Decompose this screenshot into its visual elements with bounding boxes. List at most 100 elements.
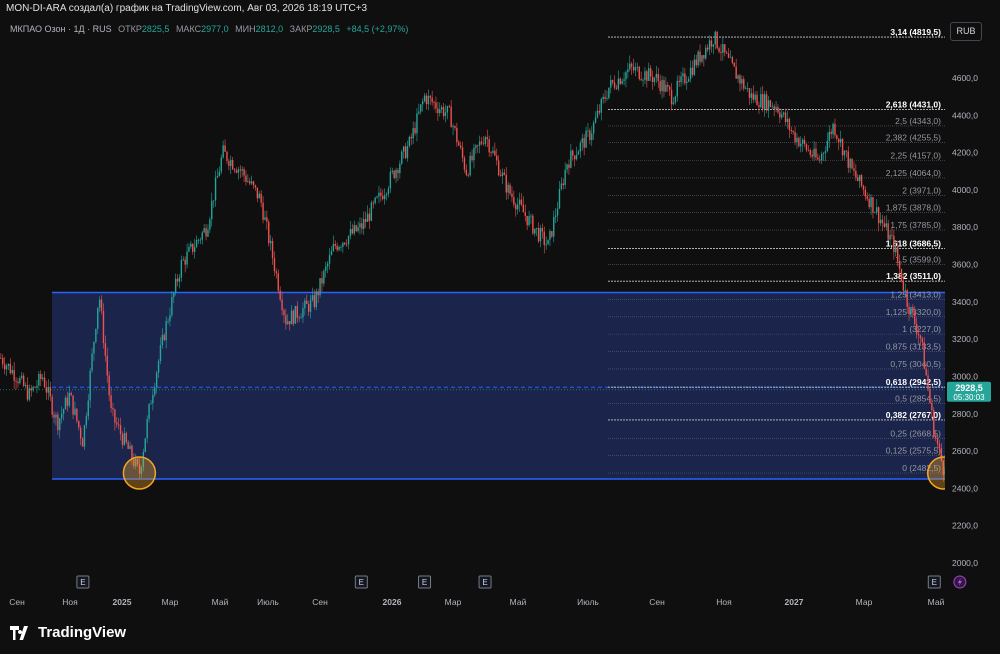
price-chart[interactable]: 0 (2482,5)0,125 (2575,5)0,25 (2668,5)0,3…: [0, 0, 1000, 618]
candle-body: [668, 86, 671, 90]
symbol-legend: МКПАО Озон · 1Д · RUS ОТКР2825,5 МАКС297…: [10, 24, 408, 34]
earnings-marker-label: E: [422, 578, 427, 587]
fib-level-label: 2 (3971,0): [902, 185, 941, 195]
candle-body: [889, 234, 891, 240]
candle-body: [448, 106, 450, 107]
candle-body: [931, 403, 933, 411]
candle-body: [872, 197, 874, 213]
candle-body: [17, 381, 19, 384]
time-axis-label: Май: [928, 597, 945, 607]
candle-body: [600, 99, 602, 113]
candle-body: [923, 342, 925, 369]
candle-body: [530, 215, 532, 217]
time-axis-label: 2026: [383, 597, 402, 607]
fib-level-label: 3,14 (4819,5): [890, 27, 941, 37]
candle-body: [486, 137, 488, 140]
candle-body: [686, 81, 688, 84]
candle-body: [100, 299, 103, 311]
fib-level-label: 1 (3227,0): [902, 324, 941, 334]
candle-body: [575, 154, 578, 160]
candle-body: [239, 169, 241, 171]
candle-body: [431, 97, 433, 103]
candle-body: [830, 131, 832, 135]
candle-body: [522, 204, 525, 213]
candle-body: [819, 159, 821, 161]
support-marker[interactable]: [122, 456, 157, 490]
candle-body: [737, 75, 739, 79]
candle-body: [564, 169, 566, 186]
candle-body: [659, 81, 661, 92]
candle-body: [513, 197, 515, 205]
candle-body: [706, 47, 709, 50]
candle-body: [178, 277, 181, 282]
candle-body: [638, 66, 640, 80]
candle-body: [296, 305, 298, 318]
candle-body: [896, 247, 899, 261]
candle-body: [131, 445, 133, 460]
candle-body: [57, 414, 59, 431]
candle-body: [393, 170, 395, 179]
candle-body: [771, 106, 773, 108]
price-axis-label: 4400,0: [952, 110, 978, 120]
candle-body: [676, 80, 678, 97]
candle-body: [222, 145, 224, 158]
candle-body: [879, 219, 882, 224]
candle-body: [475, 145, 477, 148]
candle-body: [53, 414, 55, 418]
candle-body: [904, 290, 906, 292]
close-label: ЗАКР: [289, 24, 313, 34]
candle-body: [195, 240, 198, 248]
candle-body: [526, 215, 528, 226]
candle-body: [613, 82, 616, 88]
candle-body: [718, 48, 720, 52]
candle-body: [207, 229, 209, 237]
candle-body: [330, 250, 333, 256]
candle-body: [389, 171, 392, 189]
low-value: 2812,0: [255, 24, 284, 34]
candle-body: [887, 223, 889, 240]
candle-body: [292, 310, 295, 324]
candle-body: [826, 140, 829, 152]
candle-body: [450, 106, 452, 128]
candle-body: [906, 290, 908, 307]
candle-body: [929, 389, 931, 404]
price-axis-label: 2200,0: [952, 521, 978, 531]
candle-body: [630, 63, 633, 67]
candle-body: [469, 155, 471, 176]
candle-body: [494, 150, 496, 156]
candle-body: [703, 55, 705, 59]
candle-body: [26, 385, 29, 400]
candle-body: [758, 105, 760, 108]
candle-body: [784, 112, 787, 122]
candle-body: [363, 219, 365, 229]
candle-body: [9, 363, 12, 374]
fib-level-label: 1,5 (3599,0): [895, 255, 941, 265]
candle-body: [619, 78, 621, 84]
candle-body: [328, 255, 331, 264]
candle-body: [74, 408, 76, 415]
candle-body: [372, 202, 374, 204]
candle-body: [193, 247, 196, 252]
candle-body: [224, 145, 226, 152]
candle-body: [820, 153, 823, 161]
price-axis-label: 2800,0: [952, 409, 978, 419]
symbol-name[interactable]: МКПАО Озон · 1Д · RUS: [10, 24, 112, 34]
candle-body: [106, 355, 108, 376]
candle-body: [340, 246, 342, 248]
candle-body: [220, 157, 222, 172]
candle-body: [159, 345, 162, 361]
candle-body: [104, 343, 107, 356]
candle-body: [214, 177, 217, 201]
tradingview-logo[interactable]: TradingView: [10, 624, 126, 641]
candle-body: [547, 239, 549, 245]
candle-body: [174, 278, 177, 293]
candle-body: [351, 229, 354, 234]
candle-body: [410, 136, 412, 139]
candle-body: [36, 385, 38, 388]
range-box[interactable]: [52, 292, 945, 480]
candle-body: [40, 373, 42, 380]
currency-button[interactable]: RUB: [950, 22, 982, 41]
candle-body: [845, 150, 848, 152]
candle-body: [336, 245, 338, 250]
candle-body: [446, 106, 449, 113]
